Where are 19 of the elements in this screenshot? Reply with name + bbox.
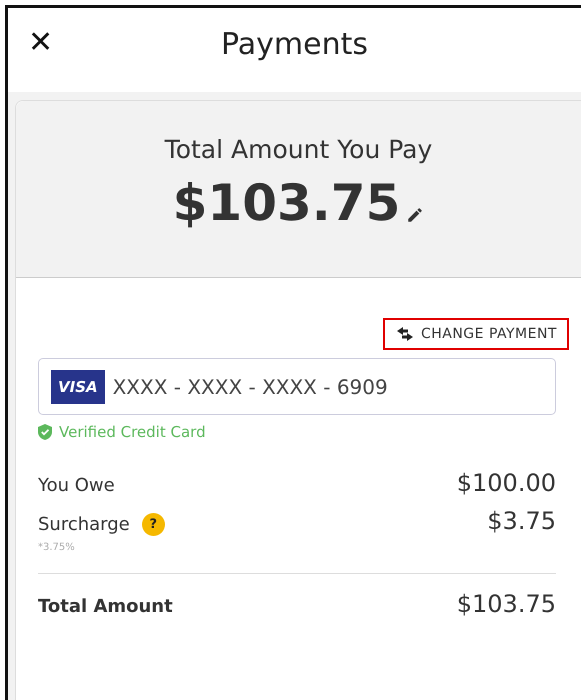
line-amount: $100.00 [456,469,556,497]
total-amount-label: Total Amount [38,596,173,617]
surcharge-rate: *3.75% [38,542,76,553]
swap-arrows-icon [394,327,415,341]
total-label: Total Amount You Pay [164,135,432,164]
close-icon[interactable]: ✕ [28,28,54,58]
total-amount: $103.75 [172,178,400,228]
line-amount: $3.75 [487,507,556,535]
card-brand-logo: VISA [51,370,105,404]
change-payment-button[interactable]: CHANGE PAYMENT [382,318,569,350]
line-label: Surcharge [38,514,130,535]
edit-icon[interactable] [406,206,424,224]
total-amount-value: $103.75 [456,590,556,618]
card-number-field[interactable]: VISA XXXX - XXXX - XXXX - 6909 [38,358,556,415]
verified-label: Verified Credit Card [59,423,206,441]
shield-check-icon [38,424,52,440]
page-title: Payments [221,26,368,62]
line-label: You Owe [38,475,115,496]
help-icon[interactable]: ? [142,513,165,536]
